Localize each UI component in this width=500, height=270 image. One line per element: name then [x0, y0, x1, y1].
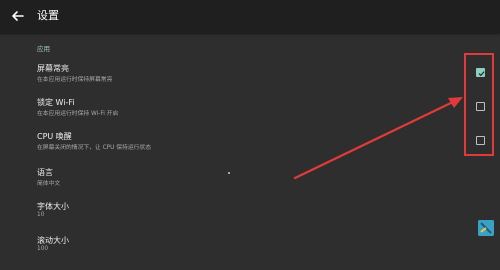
floating-tool-icon[interactable] [478, 220, 494, 236]
stray-dot [228, 172, 230, 174]
annotation-arrow-icon [293, 97, 463, 180]
